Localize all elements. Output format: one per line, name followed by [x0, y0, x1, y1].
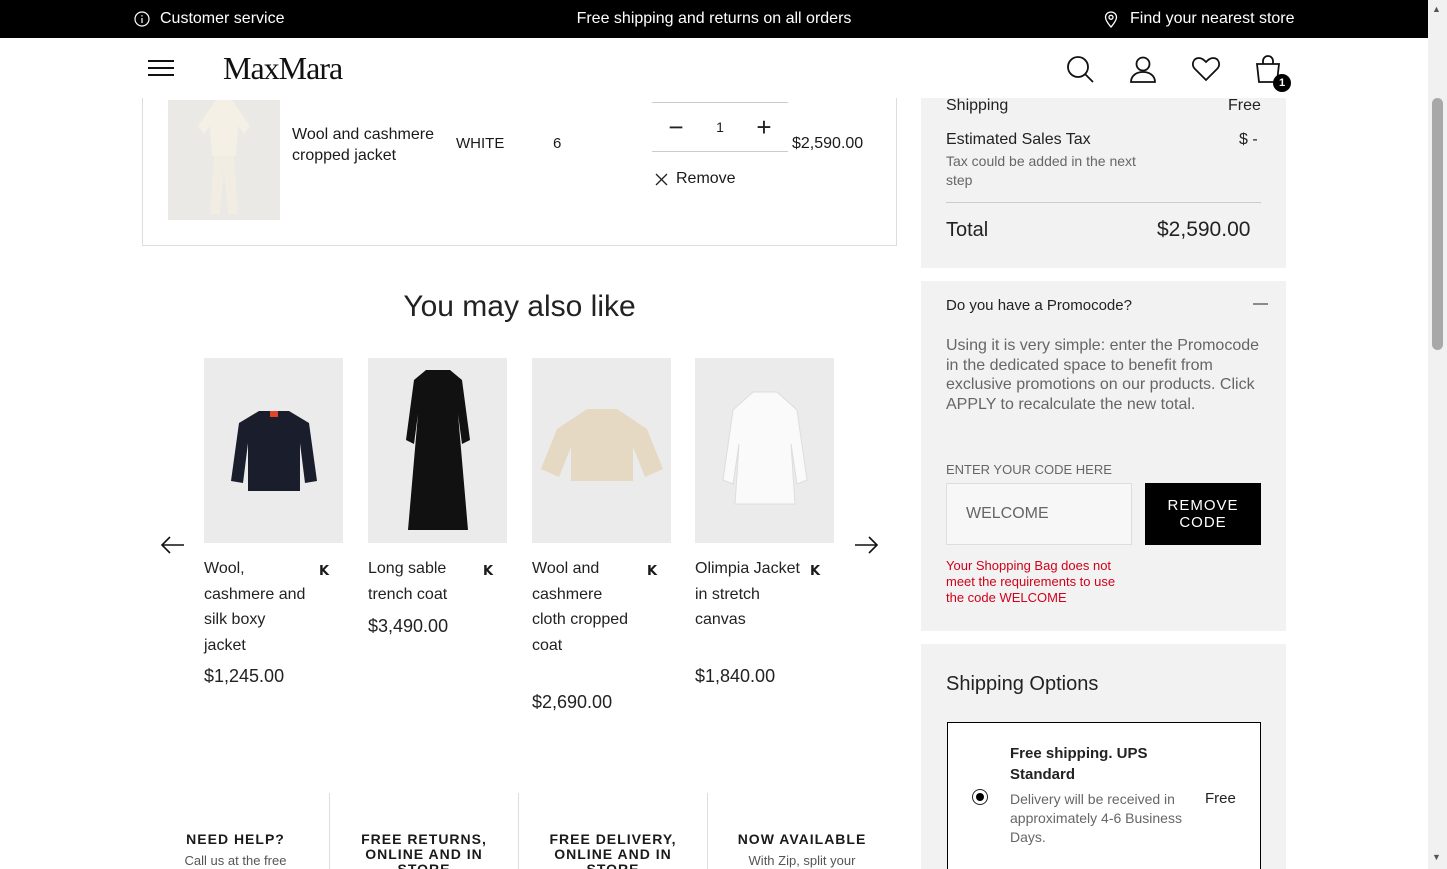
product-image[interactable]: [368, 358, 507, 543]
promocode-input-label: ENTER YOUR CODE HERE: [946, 462, 1112, 477]
increase-quantity-button[interactable]: +: [748, 112, 780, 143]
divider: [707, 793, 708, 869]
store-locator-label: Find your nearest store: [1130, 10, 1295, 27]
promocode-description: Using it is very simple: enter the Promo…: [946, 337, 1260, 414]
feature-title: FREE RETURNS, ONLINE AND IN STORE: [361, 831, 487, 869]
scroll-down-arrow-icon[interactable]: ▼: [1432, 852, 1441, 862]
wishlist-icon[interactable]: 𝗞: [647, 563, 657, 579]
tax-value: $ -: [1239, 131, 1258, 148]
product-price: $2,690.00: [532, 692, 613, 712]
product-price: $1,245.00: [204, 666, 285, 686]
product-card[interactable]: Wool, cashmere and silk boxy jacket 𝗞 $1…: [204, 358, 344, 686]
site-header: MaxMara: [0, 38, 1428, 100]
remove-code-button[interactable]: REMOVE CODE: [1145, 483, 1261, 545]
carousel-prev-arrow-icon[interactable]: [160, 532, 186, 558]
promo-top-bar: Customer service Free shipping and retur…: [0, 0, 1428, 38]
feature-now-available: NOW AVAILABLE With Zip, split your: [712, 790, 892, 869]
cart-product-size: 6: [553, 135, 562, 152]
cart-product-color: WHITE: [456, 135, 505, 152]
close-icon: [655, 173, 668, 185]
wishlist-heart-icon[interactable]: [1191, 54, 1221, 84]
store-locator-link[interactable]: Find your nearest store: [1104, 10, 1295, 28]
product-card[interactable]: Long sable trench coat 𝗞 $3,490.00: [368, 358, 508, 636]
promocode-toggle[interactable]: Do you have a Promocode?: [946, 297, 1132, 314]
shipping-options-title: Shipping Options: [946, 673, 1099, 695]
product-card[interactable]: Olimpia Jacket in stretch canvas 𝗞 $1,84…: [695, 358, 835, 686]
feature-need-help: NEED HELP? Call us at the free: [142, 790, 329, 869]
decrease-quantity-button[interactable]: −: [660, 112, 692, 143]
menu-icon[interactable]: [148, 60, 174, 78]
carousel-next-arrow-icon[interactable]: [853, 532, 879, 558]
product-price: $1,840.00: [695, 666, 776, 686]
search-icon[interactable]: [1065, 54, 1095, 84]
product-name: Wool and cashmere cloth cropped coat: [532, 560, 629, 654]
shipping-option-description: Delivery will be received in approximate…: [1010, 791, 1182, 845]
shipping-value: Free: [1228, 97, 1261, 114]
scroll-up-arrow-icon[interactable]: ▲: [1432, 4, 1441, 14]
divider: [329, 793, 330, 869]
black-jacket-image: [230, 410, 317, 491]
promocode-input[interactable]: [946, 483, 1132, 545]
tax-note: Tax could be added in the next step: [946, 153, 1136, 188]
shipping-label: Shipping: [946, 97, 1009, 114]
wishlist-icon[interactable]: 𝗞: [483, 563, 493, 579]
cart-product-name[interactable]: Wool and cashmere cropped jacket: [292, 124, 452, 166]
beige-cropped-coat-image: [540, 408, 663, 481]
summary-divider: [946, 202, 1261, 203]
remove-label: Remove: [676, 170, 736, 187]
tax-label: Estimated Sales Tax: [946, 131, 1091, 148]
collapse-icon[interactable]: —: [1253, 295, 1268, 312]
wishlist-icon[interactable]: 𝗞: [319, 563, 329, 579]
promocode-error: Your Shopping Bag does not meet the requ…: [946, 558, 1116, 605]
remove-item-button[interactable]: Remove: [655, 170, 736, 188]
bag-count-badge: 1: [1273, 74, 1291, 92]
product-card[interactable]: Wool and cashmere cloth cropped coat 𝗞 $…: [532, 358, 672, 712]
feature-title: NEED HELP?: [186, 831, 285, 847]
product-image[interactable]: [532, 358, 671, 543]
black-trench-coat-image: [405, 369, 470, 530]
feature-subtitle: Call us at the free: [184, 853, 287, 868]
shipping-option-name: Free shipping. UPS Standard: [1010, 745, 1148, 783]
product-image[interactable]: [204, 358, 343, 543]
feature-title: NOW AVAILABLE: [737, 831, 867, 847]
recommendations-title: You may also like: [403, 290, 636, 323]
account-icon[interactable]: [1128, 54, 1158, 84]
brand-logo[interactable]: MaxMara: [223, 50, 343, 87]
jacket-figure-image: [168, 100, 280, 220]
shipping-option-radio[interactable]: [972, 789, 988, 805]
product-name: Long sable trench coat: [368, 560, 448, 603]
product-image[interactable]: [695, 358, 834, 543]
total-label: Total: [946, 219, 989, 241]
product-name: Wool, cashmere and silk boxy jacket: [204, 560, 306, 654]
feature-free-returns: FREE RETURNS, ONLINE AND IN STORE: [345, 790, 503, 869]
total-value: $2,590.00: [1157, 218, 1251, 241]
quantity-stepper: − 1 +: [652, 102, 788, 152]
feature-free-delivery: FREE DELIVERY, ONLINE AND IN STORE: [534, 790, 692, 869]
quantity-value: 1: [716, 119, 724, 135]
location-pin-icon: [1104, 10, 1118, 28]
wishlist-icon[interactable]: 𝗞: [810, 563, 820, 579]
cart-product-price: $2,590.00: [792, 135, 864, 152]
product-name: Olimpia Jacket in stretch canvas: [695, 560, 800, 628]
white-blazer-image: [721, 391, 808, 504]
shipping-option-price: Free: [1205, 790, 1236, 807]
divider: [518, 793, 519, 869]
cart-product-image[interactable]: [168, 100, 280, 220]
feature-subtitle: With Zip, split your: [748, 853, 856, 868]
feature-title: FREE DELIVERY, ONLINE AND IN STORE: [549, 831, 677, 869]
scrollbar-thumb[interactable]: [1432, 98, 1443, 350]
product-price: $3,490.00: [368, 616, 449, 636]
